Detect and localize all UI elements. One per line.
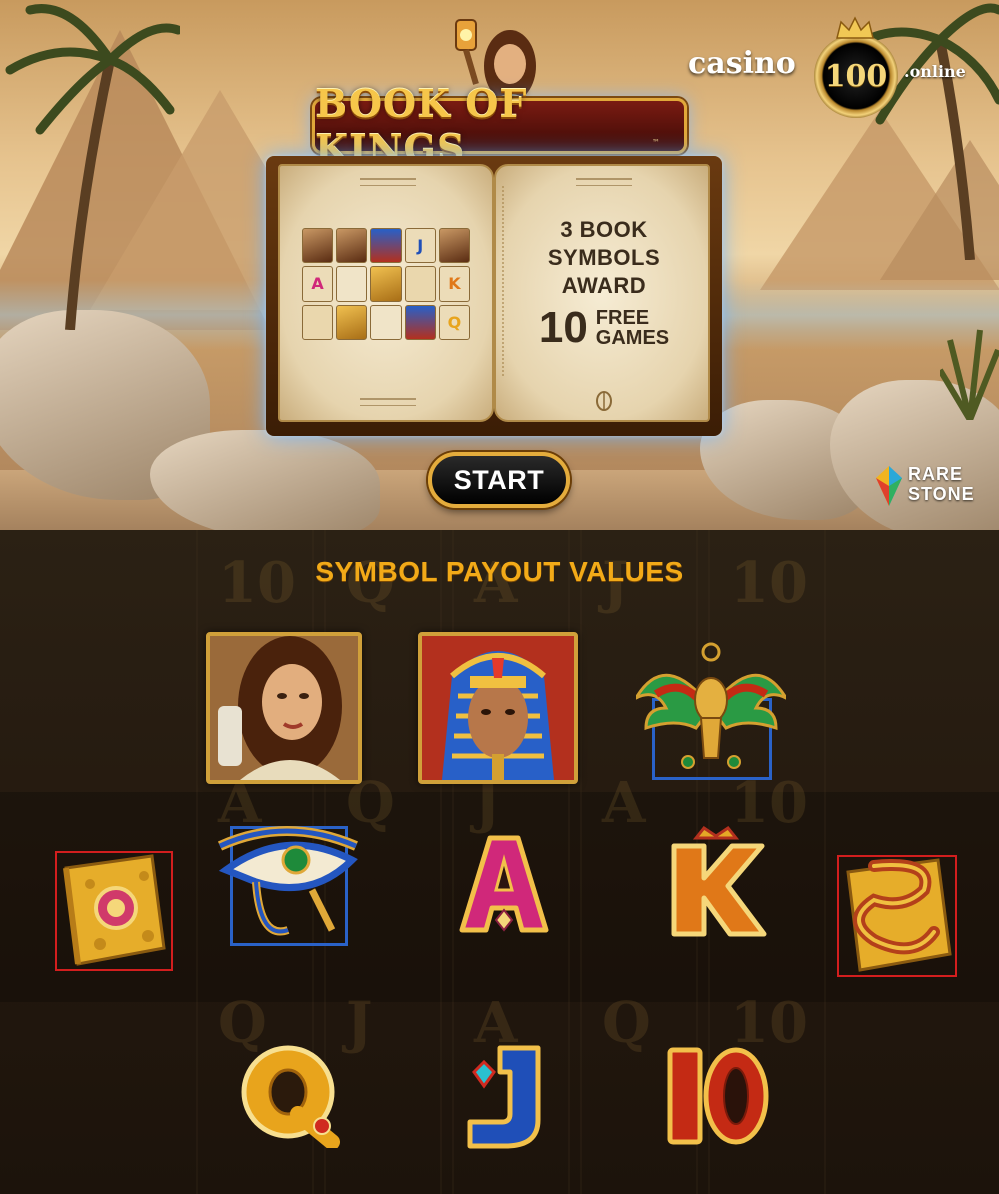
background-reel-glyph: J	[346, 990, 373, 1056]
award-line: 3 BOOK	[560, 217, 648, 242]
splash-screen: BOOK OF KINGS ™ J A KQ 3 BOOK SYMBOLS AWAR…	[0, 0, 999, 530]
mini-reel-cell-scarab	[404, 266, 436, 302]
provider-name: RARE STONE	[908, 464, 975, 504]
serpent-book-icon	[837, 855, 957, 977]
paytable-panel: 10 Q A J 10 A Q J A 10 Q J A Q 10 SYMBOL PAYOUT VALUES	[0, 530, 999, 1194]
mini-reel-cell-lady	[336, 228, 368, 264]
eye-of-horus-icon	[217, 826, 358, 936]
letter-a-icon	[459, 835, 549, 933]
book-symbol	[52, 848, 176, 974]
provider-line: RARE	[908, 464, 964, 484]
page-ornament	[576, 178, 632, 186]
mini-reel-cell-a: A	[302, 266, 334, 302]
brand-chip-number: 100	[824, 58, 888, 94]
mini-reel-cell-book	[336, 304, 368, 340]
falcon-amulet-symbol	[636, 638, 786, 780]
award-line: AWARD	[561, 273, 647, 298]
mini-reel-cell-eye	[370, 304, 402, 340]
brand-word: casino	[688, 46, 796, 81]
casino100-logo: casino 100 .online	[688, 16, 988, 118]
page-ornament	[360, 398, 416, 406]
letter-a-symbol	[456, 830, 552, 936]
mini-reel-cell-lady	[438, 228, 470, 264]
falcon-amulet-icon	[636, 642, 786, 769]
free-games-count: 10 FREE GAMES	[516, 306, 692, 350]
number-10-icon	[667, 1047, 769, 1145]
mini-reel-cell-pharaoh	[370, 228, 402, 264]
gem-icon	[876, 466, 902, 506]
letter-q-symbol	[236, 1042, 346, 1148]
pharaoh-symbol	[418, 632, 578, 784]
mini-reel-grid: J A KQ	[302, 228, 470, 340]
free-word: FREE	[595, 307, 650, 329]
mini-reel-cell-pharaoh	[404, 304, 436, 340]
letter-j-symbol	[464, 1042, 544, 1150]
page-ornament	[360, 178, 416, 186]
letter-j-icon	[467, 1045, 541, 1149]
brand-suffix: .online	[904, 62, 966, 81]
golden-book-icon	[55, 851, 173, 971]
background-reel-glyph: A	[602, 770, 646, 836]
open-book: J A KQ 3 BOOK SYMBOLS AWARD 10 FREE GAMES	[266, 156, 722, 436]
mini-reel-cell-k: K	[438, 266, 470, 302]
mini-reel-cell-scarab	[302, 304, 334, 340]
eye-of-horus-symbol	[216, 820, 362, 950]
start-button[interactable]: START	[428, 452, 570, 508]
award-line: SYMBOLS	[547, 245, 661, 270]
paytable-title: SYMBOL PAYOUT VALUES	[315, 556, 684, 587]
letter-k-icon	[671, 826, 767, 937]
mini-reel-cell-j: J	[404, 228, 436, 264]
rock	[150, 430, 380, 530]
letter-q-icon	[241, 1045, 340, 1148]
trademark-sign: ™	[652, 138, 660, 147]
vine-ornament	[502, 186, 514, 376]
mini-reel-cell-q: Q	[438, 304, 470, 340]
game-title-plate: BOOK OF KINGS ™	[312, 81, 687, 171]
book-right-page: 3 BOOK SYMBOLS AWARD 10 FREE GAMES	[494, 164, 710, 422]
pharaoh-icon	[422, 636, 574, 780]
games-word: GAMES	[595, 327, 670, 349]
free-games-award-text: 3 BOOK SYMBOLS AWARD 10 FREE GAMES	[516, 216, 692, 350]
shrub-icon	[940, 329, 999, 420]
background-reel-glyph: Q	[602, 990, 651, 1056]
serpent-book-symbol	[834, 850, 960, 980]
mini-reel-cell-book	[370, 266, 402, 302]
free-games-label: FREE GAMES	[596, 308, 669, 348]
crown-icon	[836, 16, 874, 39]
letter-k-symbol	[666, 826, 768, 938]
explorer-lady-symbol	[206, 632, 362, 784]
rarestone-logo: RARE STONE	[874, 462, 998, 508]
number-10-symbol	[664, 1044, 772, 1148]
casino-chip-icon: 100	[814, 34, 898, 118]
mini-reel-cell-eye	[336, 266, 368, 302]
book-left-page: J A KQ	[278, 164, 494, 422]
palm-tree-icon	[5, 4, 180, 330]
mini-reel-cell-lady	[302, 228, 334, 264]
scarab-icon	[596, 391, 612, 411]
provider-line: STONE	[908, 484, 975, 504]
free-games-number: 10	[538, 303, 588, 352]
explorer-lady-icon	[210, 636, 358, 780]
